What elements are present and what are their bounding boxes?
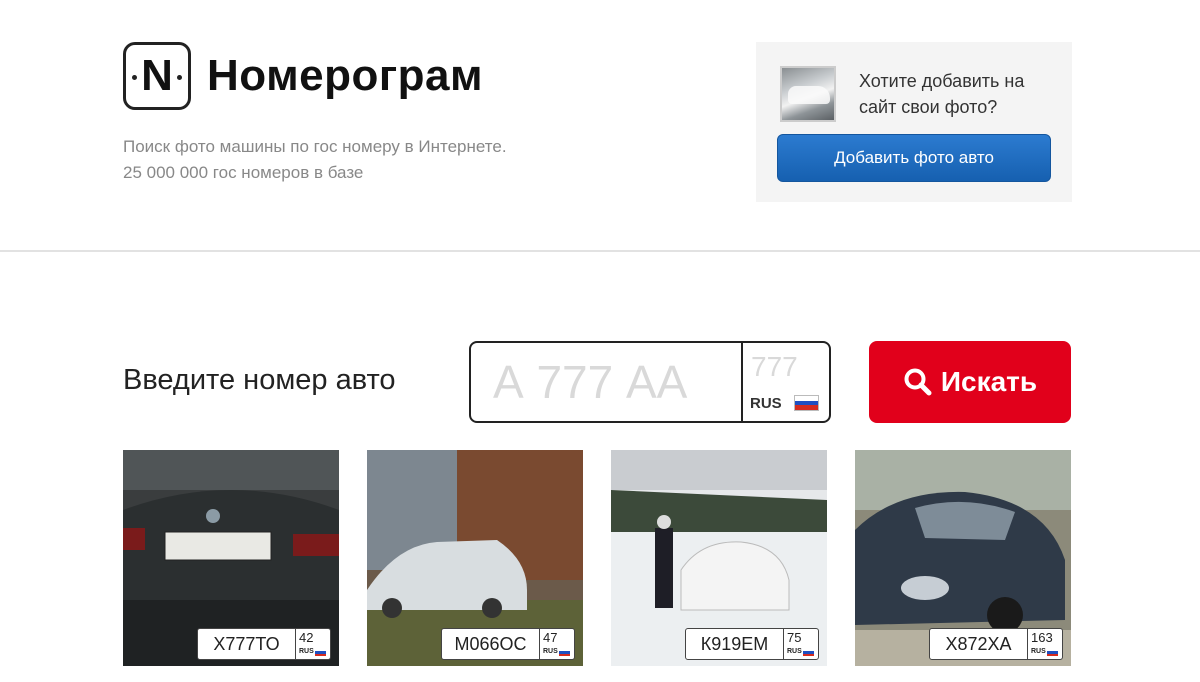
russia-flag-icon xyxy=(803,649,814,656)
site-name: Номерограм xyxy=(207,51,484,100)
tagline-line-2: 25 000 000 гос номеров в базе xyxy=(123,163,364,182)
plate-country: RUS xyxy=(543,648,558,655)
page: N Номерограм Поиск фото машины по гос но… xyxy=(0,0,1200,682)
promo-car-thumbnail xyxy=(780,66,836,122)
plate-country: RUS xyxy=(299,648,314,655)
plate-number: К919ЕМ xyxy=(686,629,784,659)
car-card[interactable]: М066ОС 47 RUS xyxy=(367,450,583,666)
plate-region: 75 RUS xyxy=(784,629,818,659)
plate-region-box: RUS xyxy=(741,343,829,421)
plate-number: М066ОС xyxy=(442,629,540,659)
promo-question-line-1: Хотите добавить на xyxy=(859,71,1025,91)
promo-question-line-2: сайт свои фото? xyxy=(859,97,998,117)
add-photo-promo: Хотите добавить на сайт свои фото? Добав… xyxy=(756,42,1072,202)
plate-input-group: RUS xyxy=(469,341,831,423)
plate-badge: Х777ТО 42 RUS xyxy=(197,628,331,660)
plate-region-code: 163 xyxy=(1031,630,1053,645)
site-logo[interactable]: N Номерограм xyxy=(123,42,483,110)
plate-number: Х777ТО xyxy=(198,629,296,659)
plate-badge: К919ЕМ 75 RUS xyxy=(685,628,819,660)
plate-badge: Х872ХА 163 RUS xyxy=(929,628,1063,660)
add-photo-button[interactable]: Добавить фото авто xyxy=(777,134,1051,182)
promo-question: Хотите добавить на сайт свои фото? xyxy=(859,68,1059,120)
plate-country: RUS xyxy=(787,648,802,655)
russia-flag-icon xyxy=(794,395,819,411)
car-card[interactable]: Х777ТО 42 RUS xyxy=(123,450,339,666)
logo-n-icon: N xyxy=(123,42,191,110)
plate-region: 42 RUS xyxy=(296,629,330,659)
russia-flag-icon xyxy=(1047,649,1058,656)
tagline-line-1: Поиск фото машины по гос номеру в Интерн… xyxy=(123,137,507,156)
plate-region-code: 42 xyxy=(299,630,314,645)
russia-flag-icon xyxy=(559,649,570,656)
plate-country: RUS xyxy=(1031,648,1046,655)
plate-badge: М066ОС 47 RUS xyxy=(441,628,575,660)
search-label: Введите номер авто xyxy=(123,364,396,396)
plate-region: 47 RUS xyxy=(540,629,574,659)
plate-region-code: 47 xyxy=(543,630,558,645)
russia-flag-icon xyxy=(315,649,326,656)
logo-letter: N xyxy=(141,51,173,100)
search-button-label: Искать xyxy=(940,366,1038,397)
search-button[interactable]: Искать xyxy=(869,341,1071,423)
plate-region-code: 75 xyxy=(787,630,802,645)
tagline: Поиск фото машины по гос номеру в Интерн… xyxy=(123,134,507,186)
search-icon xyxy=(904,368,932,396)
car-card[interactable]: К919ЕМ 75 RUS xyxy=(611,450,827,666)
plate-number: Х872ХА xyxy=(930,629,1028,659)
car-card[interactable]: Х872ХА 163 RUS xyxy=(855,450,1071,666)
plate-region-input[interactable] xyxy=(751,351,823,383)
plate-region: 163 RUS xyxy=(1028,629,1062,659)
country-code: RUS xyxy=(750,395,782,412)
header-divider xyxy=(0,250,1200,252)
plate-number-input[interactable] xyxy=(471,343,741,421)
